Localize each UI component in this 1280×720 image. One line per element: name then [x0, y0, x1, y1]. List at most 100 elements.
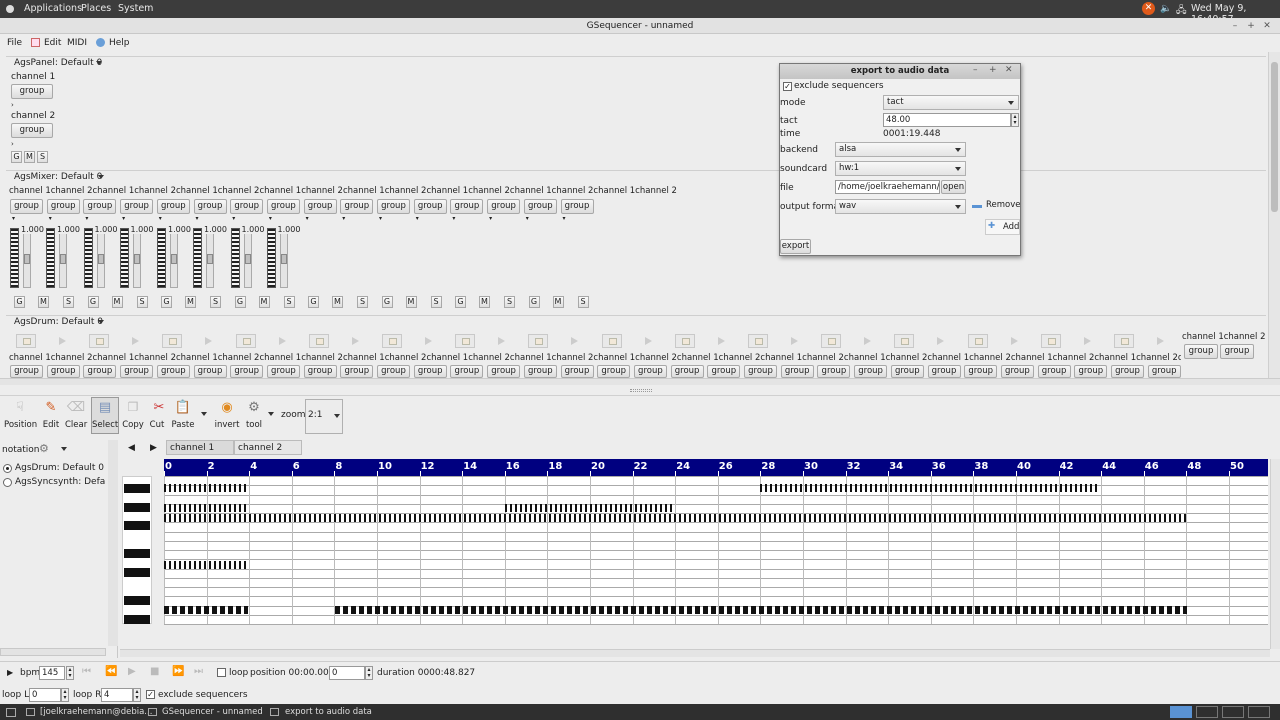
drum-pad[interactable] — [748, 334, 768, 348]
select-tool[interactable]: ▤ Select — [91, 397, 119, 434]
drum-pad[interactable] — [89, 334, 110, 348]
menu-help[interactable]: Help — [109, 38, 130, 48]
mixer-solo-button[interactable]: S — [210, 296, 221, 308]
drum-play-icon[interactable] — [498, 337, 506, 345]
mixer-group-button[interactable]: group — [523, 199, 557, 214]
paste-dropdown-icon[interactable] — [201, 412, 207, 416]
piano-black-key[interactable] — [124, 549, 150, 558]
places-menu[interactable]: Places — [81, 3, 111, 14]
loop-checkbox[interactable] — [217, 668, 226, 677]
zoom-combo[interactable]: 2:1 — [305, 399, 343, 434]
drum-play-icon[interactable] — [937, 337, 945, 345]
note-sequence[interactable] — [164, 514, 1186, 522]
panel-group-button[interactable]: group — [11, 123, 53, 138]
tact-spin[interactable]: 48.00 — [883, 113, 1011, 127]
drum-group-button[interactable]: group — [120, 365, 154, 378]
slider-knob[interactable] — [207, 254, 213, 264]
piano-black-key[interactable] — [124, 521, 150, 530]
mixer-group-button[interactable]: group — [83, 199, 117, 214]
volume-slider[interactable] — [96, 228, 105, 288]
tact-stepper[interactable]: ▴ ▾ — [1011, 113, 1019, 127]
expander-arrow-icon[interactable]: ▾ — [489, 215, 492, 222]
expander-arrow-icon[interactable]: ▾ — [526, 215, 529, 222]
drum-group-button[interactable]: group — [744, 365, 777, 378]
piano-black-key[interactable] — [124, 484, 150, 493]
mixer-solo-button[interactable]: S — [430, 296, 442, 308]
drum-pad[interactable] — [528, 334, 549, 348]
drum-play-icon[interactable] — [425, 337, 432, 345]
drum-group-button[interactable]: group — [10, 365, 43, 378]
mixer-mute-button[interactable]: M — [38, 296, 49, 308]
output-format-combo[interactable]: wav — [835, 199, 966, 214]
volume-slider[interactable] — [243, 228, 252, 288]
note-sequence[interactable] — [164, 606, 248, 614]
menu-file[interactable]: File — [7, 38, 22, 48]
mixer-solo-button[interactable]: S — [63, 296, 74, 308]
expander-arrow-icon[interactable]: ▾ — [416, 215, 419, 222]
drum-group-button[interactable]: group — [450, 365, 484, 378]
slider-knob[interactable] — [97, 254, 104, 264]
volume-slider[interactable] — [23, 228, 31, 288]
drum-group-button[interactable]: group — [560, 365, 594, 378]
expander-arrow-icon[interactable]: ▾ — [12, 215, 15, 222]
drum-group-button[interactable]: group — [817, 365, 851, 378]
system-menu[interactable]: System — [118, 3, 153, 14]
workspace-2[interactable] — [1196, 706, 1218, 718]
rewind-icon[interactable]: ⏮ — [82, 666, 91, 677]
applications-menu[interactable]: Applications — [24, 3, 82, 14]
menu-midi[interactable]: MIDI — [67, 38, 87, 48]
mixer-mute-button[interactable]: M — [258, 296, 270, 308]
position-spin[interactable]: 0 — [329, 666, 365, 680]
drum-group-button[interactable]: group — [1111, 365, 1144, 378]
note-sequence[interactable] — [164, 561, 248, 569]
expander-arrow-icon[interactable]: ▾ — [232, 215, 235, 222]
drum-group-button[interactable]: group — [523, 365, 557, 378]
slider-knob[interactable] — [244, 254, 251, 264]
drum-pad[interactable] — [235, 334, 256, 348]
drum-group-button[interactable]: group — [266, 365, 300, 378]
mixer-mute-button[interactable]: M — [185, 296, 196, 308]
mixer-grouping-button[interactable]: G — [234, 296, 246, 308]
expander-arrow-icon[interactable]: › — [11, 140, 14, 148]
show-desktop-icon[interactable] — [6, 708, 16, 717]
mixer-group-button[interactable]: group — [46, 199, 80, 214]
taskbar-item-gsequencer[interactable]: GSequencer - unnamed — [162, 707, 263, 717]
drum-side-group-button[interactable]: group — [1220, 344, 1254, 359]
mixer-grouping-button[interactable]: G — [381, 296, 393, 308]
mixer-solo-button[interactable]: S — [577, 296, 589, 308]
mixer-group-button[interactable]: group — [120, 199, 154, 214]
mixer-grouping-button[interactable]: G — [14, 296, 25, 308]
tool-dropdown-icon[interactable] — [268, 412, 274, 416]
mixer-grouping-button[interactable]: G — [87, 296, 99, 308]
expander-arrow-icon[interactable]: ▾ — [563, 215, 566, 222]
slider-knob[interactable] — [60, 254, 66, 264]
mixer-group-button[interactable]: group — [487, 199, 521, 214]
loop-left-spin[interactable]: 0 — [29, 688, 61, 702]
drum-play-icon[interactable] — [644, 337, 652, 345]
drum-pad[interactable] — [308, 334, 329, 348]
mixer-group-button[interactable]: group — [450, 199, 484, 214]
mixer-group-button[interactable]: group — [303, 199, 337, 214]
mixer-group-button[interactable]: group — [340, 199, 374, 214]
drum-group-button[interactable]: group — [340, 365, 374, 378]
drum-pad[interactable] — [1114, 334, 1134, 348]
close-button[interactable]: ✕ — [1260, 18, 1274, 34]
mixer-group-button[interactable]: group — [156, 199, 190, 214]
file-input[interactable]: /home/joelkraehemann/sc — [835, 180, 940, 194]
drum-group-button[interactable]: group — [193, 365, 227, 378]
menu-edit[interactable]: Edit — [44, 38, 61, 48]
expander-arrow-icon[interactable]: ▾ — [159, 215, 162, 222]
panel-grouping-button[interactable]: G — [11, 151, 22, 163]
position-stepper[interactable]: ▴ ▾ — [365, 666, 373, 680]
maximize-button[interactable]: + — [1244, 18, 1258, 34]
drum-group-button[interactable]: group — [83, 365, 117, 378]
volume-icon[interactable]: 🔈 — [1160, 3, 1172, 14]
drum-play-icon[interactable] — [351, 337, 359, 345]
mixer-title[interactable]: AgsMixer: Default 0 — [14, 172, 102, 182]
loop-left-stepper[interactable]: ▴ ▾ — [61, 688, 69, 702]
bpm-spin[interactable]: 145 — [39, 666, 65, 680]
slider-knob[interactable] — [280, 254, 287, 264]
drum-group-button[interactable]: group — [156, 365, 190, 378]
loop-right-stepper[interactable]: ▴ ▾ — [133, 688, 141, 702]
mixer-mute-button[interactable]: M — [405, 296, 417, 308]
